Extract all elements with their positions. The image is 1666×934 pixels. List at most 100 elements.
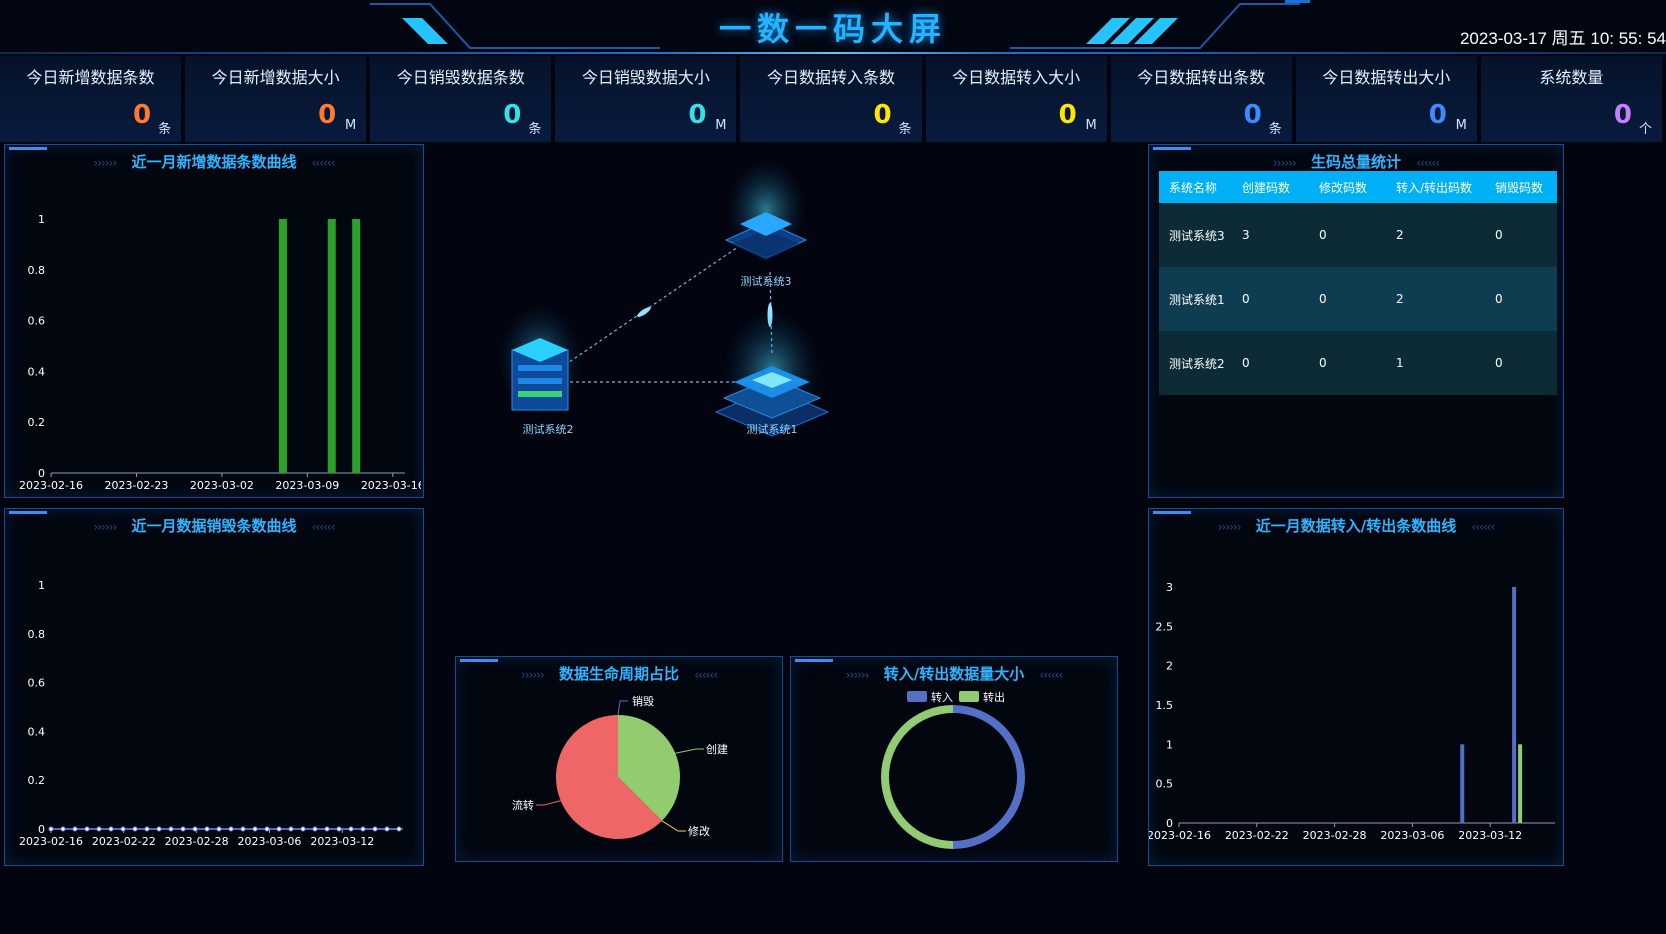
table-cell: 0 (1309, 267, 1386, 331)
data-point (48, 826, 54, 832)
datetime-display: 2023-03-17 周五 10: 55: 54 (1459, 29, 1666, 48)
table-cell: 测试系统1 (1159, 267, 1232, 331)
pie-label-line (675, 748, 704, 754)
bar (352, 219, 361, 473)
data-point (204, 826, 210, 832)
arrow-decoration-right: ‹‹‹‹‹‹ (1471, 520, 1495, 534)
header-divider (0, 52, 1666, 54)
y-tick-label: 0.2 (28, 416, 46, 429)
x-tick-label: 2023-03-06 (1380, 829, 1444, 842)
node-label: 测试系统2 (523, 423, 574, 436)
y-tick-label: 2.5 (1156, 620, 1174, 633)
stat-value: 0 (318, 100, 337, 130)
topology-node-system1[interactable]: 测试系统1 (714, 310, 830, 437)
stat-value: 0 (688, 100, 707, 130)
panel-title: ›››››› 数据生命周期占比 ‹‹‹‹‹‹ (456, 663, 782, 684)
panel-corner-decoration (9, 511, 47, 514)
stat-value: 0 (133, 100, 152, 130)
arrow-decoration-right: ‹‹‹‹‹‹ (1416, 156, 1440, 170)
table-row: 测试系统2 0 0 1 0 (1159, 331, 1557, 395)
y-tick-label: 0.5 (1156, 778, 1174, 791)
stat-value: 0 (1428, 100, 1447, 130)
data-point (84, 826, 90, 832)
node-label: 测试系统3 (741, 275, 792, 288)
stat-value: 0 (1058, 100, 1077, 130)
table-cell: 测试系统2 (1159, 331, 1232, 395)
pie-label-line (661, 820, 686, 832)
stat-label: 今日数据转入条数 (766, 68, 895, 87)
data-point (360, 826, 366, 832)
stat-value: 0 (873, 100, 892, 130)
stat-card: 系统数量 0 个 (1480, 56, 1666, 142)
stat-unit: 条 (1268, 122, 1282, 137)
legend-label: 转出 (983, 690, 1005, 704)
x-tick-label: 2023-02-28 (165, 835, 229, 848)
data-point (324, 826, 330, 832)
arrow-decoration-left: ›››››› (845, 668, 870, 682)
transfer-size-panel: ›››››› 转入/转出数据量大小 ‹‹‹‹‹‹ 转入 转出 (790, 656, 1118, 862)
data-point (312, 826, 318, 832)
data-point (300, 826, 306, 832)
y-tick-label: 1.5 (1156, 699, 1174, 712)
stat-unit: M (715, 118, 727, 133)
data-point (288, 826, 294, 832)
stat-label: 今日数据转出条数 (1137, 68, 1266, 87)
x-tick-label: 2023-03-06 (238, 835, 302, 848)
data-point (384, 826, 390, 832)
y-tick-label: 1 (1166, 738, 1173, 751)
code-stats-panel: ›››››› 生码总量统计 ‹‹‹‹‹‹ 系统名称 创建码数 修改码数 转入/转… (1148, 144, 1564, 498)
data-point (348, 826, 354, 832)
stat-label: 今日数据转出大小 (1322, 68, 1451, 87)
bar (1460, 744, 1465, 823)
data-point (60, 826, 66, 832)
stat-unit: 条 (528, 122, 542, 137)
stat-card: 今日新增数据条数 0 条 (0, 56, 186, 142)
legend-swatch (907, 691, 927, 702)
stat-value: 0 (1613, 100, 1632, 130)
panel-title-text: 近一月新增数据条数曲线 (131, 153, 297, 171)
data-point (132, 826, 138, 832)
data-point (240, 826, 246, 832)
stat-card: 今日销毁数据条数 0 条 (370, 56, 556, 142)
x-tick-label: 2023-03-16 (361, 479, 421, 492)
stat-unit: 条 (898, 122, 912, 137)
data-point (372, 826, 378, 832)
table-cell: 2 (1386, 203, 1485, 267)
code-stats-table-wrap: 系统名称 创建码数 修改码数 转入/转出码数 销毁码数 测试系统3 3 0 2 … (1159, 171, 1557, 395)
table-cell: 0 (1485, 331, 1557, 395)
y-tick-label: 1 (38, 213, 45, 226)
new-data-panel: ›››››› 近一月新增数据条数曲线 ‹‹‹‹‹‹ 0 0.2 0.4 0.6 0.8 1… (4, 144, 424, 498)
transfer-curve-panel: ›››››› 近一月数据转入/转出条数曲线 ‹‹‹‹‹‹ 0 0.5 1 1.5 2 2.… (1148, 508, 1564, 866)
stat-card: 今日新增数据大小 0 M (185, 56, 371, 142)
data-point (252, 826, 258, 832)
stat-unit: M (1085, 118, 1097, 133)
arrow-decoration-right: ‹‹‹‹‹‹ (311, 520, 336, 534)
data-point (216, 826, 222, 832)
topology-node-system2[interactable]: 测试系统2 (498, 305, 582, 436)
topology-node-system3[interactable]: 测试系统3 (724, 160, 808, 288)
stat-unit: 条 (158, 122, 172, 137)
table-cell: 0 (1232, 331, 1309, 395)
data-point (120, 826, 126, 832)
panel-title-text: 生码总量统计 (1310, 153, 1401, 171)
panel-title: ›››››› 转入/转出数据量大小 ‹‹‹‹‹‹ (791, 663, 1117, 684)
y-tick-label: 0.4 (28, 725, 46, 738)
x-tick-label: 2023-02-16 (19, 479, 83, 492)
lifecycle-pie-chart: 创建修改 流转 销毁 (512, 694, 728, 839)
arrow-decoration-right: ‹‹‹‹‹‹ (1039, 668, 1063, 682)
stats-row: 今日新增数据条数 0 条今日新增数据大小 0 M 今日销毁数据条数 0 条今日销毁数据大小 0 M… (0, 56, 1666, 142)
arrow-decoration-right: ‹‹‹‹‹‹ (311, 156, 336, 170)
arrow-decoration-right: ‹‹‹‹‹‹ (694, 668, 718, 682)
page-title: 一数一码大屏 (718, 10, 947, 48)
panel-title: ›››››› 生码总量统计 ‹‹‹‹‹‹ (1149, 151, 1563, 172)
bar (278, 219, 287, 473)
column-header: 转入/转出码数 (1386, 171, 1485, 203)
arrow-decoration-left: ›››››› (1217, 520, 1242, 534)
node-label: 测试系统1 (747, 423, 798, 436)
table-cell: 0 (1485, 203, 1557, 267)
data-point (180, 826, 186, 832)
table-row: 测试系统1 0 0 2 0 (1159, 267, 1557, 331)
link-flow-particle (637, 307, 651, 317)
data-point (396, 826, 402, 832)
panel-corner-decoration (1153, 511, 1191, 514)
